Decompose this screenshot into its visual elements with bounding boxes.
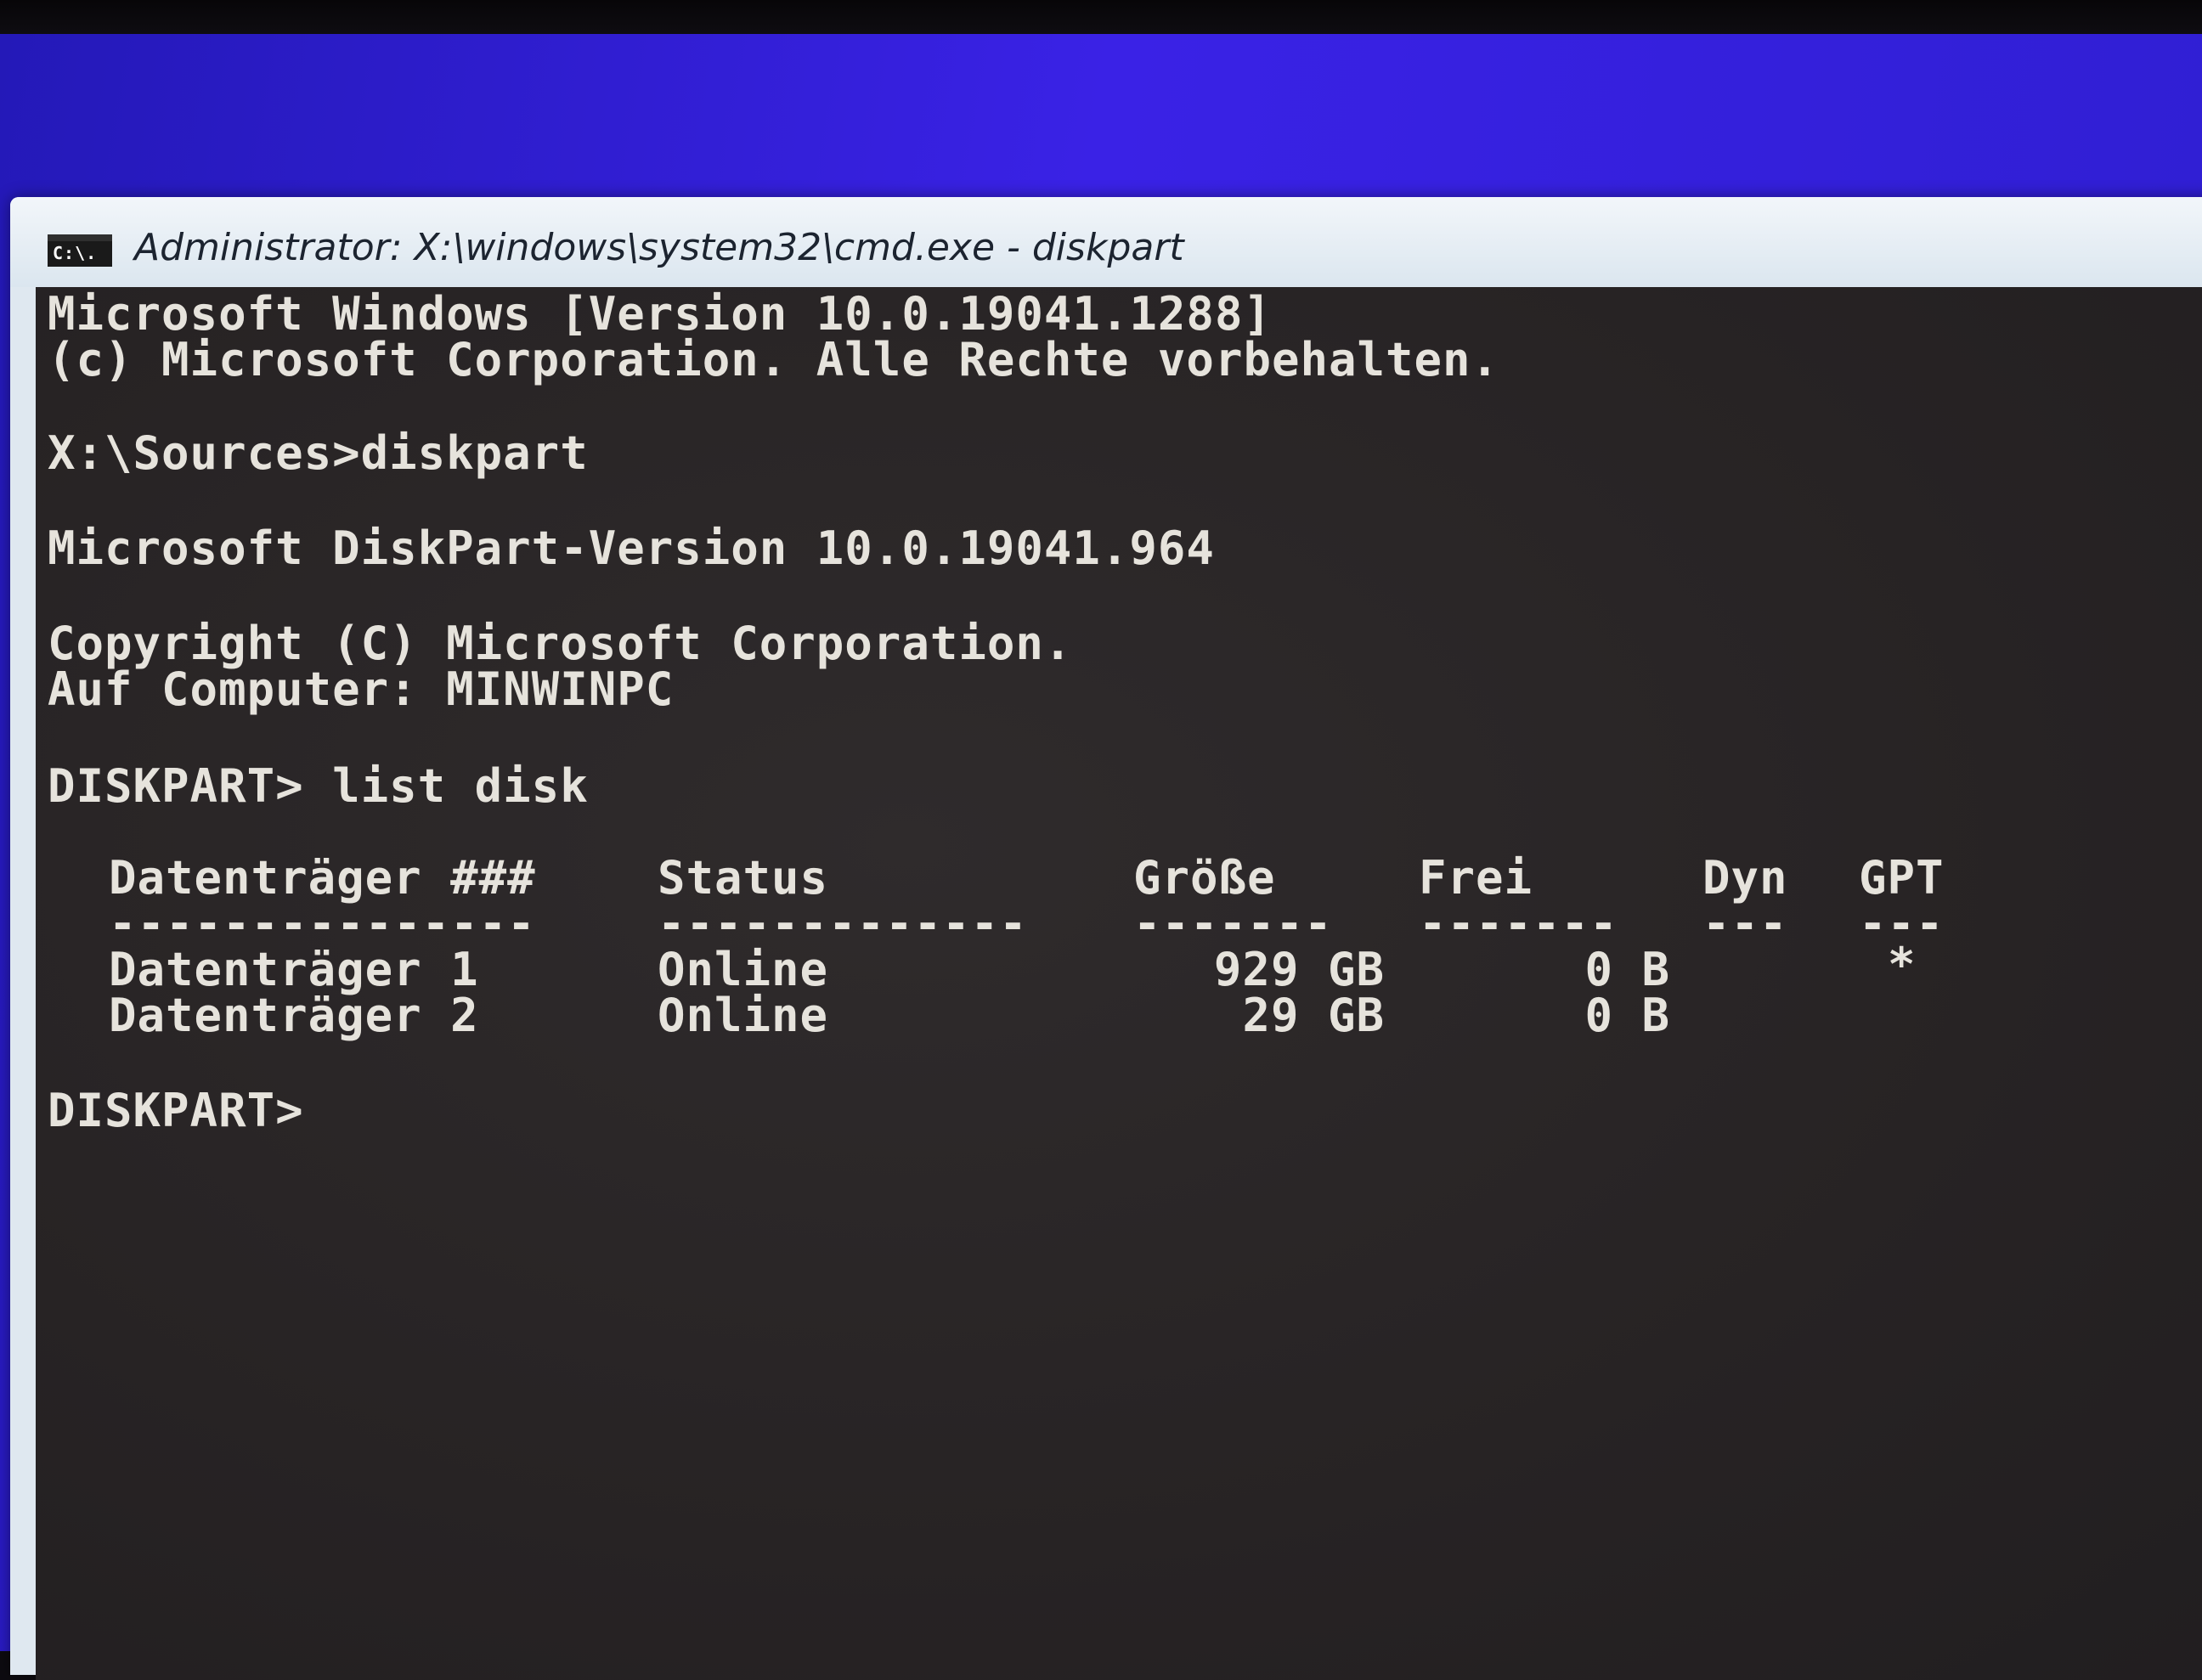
console-line: X:\Sources>diskpart xyxy=(48,426,589,480)
window-title: Administrator: X:\windows\system32\cmd.e… xyxy=(134,226,1184,269)
console-line: Microsoft DiskPart-Version 10.0.19041.96… xyxy=(48,521,1215,575)
table-row-size: 29 GB xyxy=(1242,989,1385,1042)
cmd-icon[interactable]: C:\. xyxy=(48,234,112,267)
cmd-window[interactable]: C:\. Administrator: X:\windows\system32\… xyxy=(10,197,2202,1680)
command-line: DISKPART> list disk xyxy=(48,759,589,813)
console-line: Auf Computer: MINWINPC xyxy=(48,662,675,716)
table-row-disk-name: Datenträger 2 xyxy=(109,989,479,1042)
table-row-status: Online xyxy=(658,989,829,1042)
table-row-free: 0 B xyxy=(1584,989,1670,1042)
console-prompt[interactable]: DISKPART> xyxy=(48,1084,304,1137)
console-output[interactable]: Microsoft Windows [Version 10.0.19041.12… xyxy=(36,287,2202,1680)
table-separator: --- xyxy=(1702,897,1788,950)
console-line: (c) Microsoft Corporation. Alle Rechte v… xyxy=(48,333,1500,386)
window-titlebar[interactable]: C:\. Administrator: X:\windows\system32\… xyxy=(10,197,2202,287)
cmd-icon-glyph: C:\. xyxy=(53,243,98,263)
table-row-gpt: * xyxy=(1888,938,1917,991)
